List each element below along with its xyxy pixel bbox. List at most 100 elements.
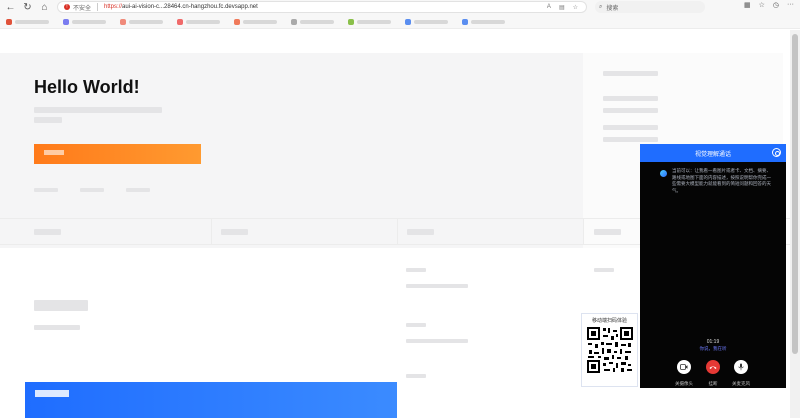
url-host: aui-ai-vision-c... [122,4,165,10]
search-placeholder: 搜索 [606,5,619,12]
bookmark-favicon [234,18,240,25]
page-title: Hello World! [34,77,140,97]
promo-banner[interactable] [25,382,397,418]
hangup-icon [709,366,717,369]
bookmark-favicon [120,18,126,25]
assistant-message: 当前可以：让我看一看图片或者卡、文档、摘要、路线或地图下面的内容描述，按照说明帮… [672,168,771,193]
history-icon[interactable]: ◷ [773,1,779,9]
url-text: https://aui-ai-vision-c...28464.cn-hangz… [104,4,258,10]
bookmark-favicon [291,18,297,25]
camera-toggle-button[interactable] [677,360,691,374]
side-placeholder [603,125,658,130]
url-protocol: https:// [104,4,123,10]
browser-right-tools: ▦ ☆ ◷ ··· [744,1,794,9]
assistant-avatar-icon [660,170,667,177]
mic-icon [738,363,744,371]
bookmark-label-blurred [357,19,391,24]
banner-label-placeholder [35,390,69,397]
bookmark-star-icon[interactable]: ☆ [573,4,578,11]
favorites-icon[interactable]: ☆ [759,1,765,9]
warning-icon: ! [64,4,70,10]
feature-placeholder [34,229,61,235]
bookmark-label-blurred [186,19,220,24]
panel-header: 视觉理解通话 [640,144,786,162]
bookmark-favicon [6,18,12,25]
list-placeholder [406,323,426,327]
settings-icon[interactable] [772,148,781,157]
extensions-icon[interactable]: ▦ [744,1,751,9]
stat-placeholder [34,188,58,192]
page-scrollbar[interactable] [790,30,800,418]
section-title-placeholder [34,300,88,311]
qr-code [586,326,634,374]
mic-toggle-label: 关麦克风 [732,381,750,386]
mic-toggle-button[interactable] [734,360,748,374]
back-icon[interactable]: ← [4,1,17,14]
list-placeholder [406,339,468,343]
reader-icon[interactable]: ▤ [559,4,565,11]
bookmark-label-blurred [300,19,334,24]
bookmark-label-blurred [471,19,505,24]
side-placeholder [603,137,658,142]
bookmark-item[interactable] [177,18,220,25]
section-text-placeholder [34,325,80,330]
bookmark-favicon [63,18,69,25]
bookmark-label-blurred [72,19,106,24]
vision-call-panel: 视觉理解通话 当前可以：让我看一看图片或者卡、文档、摘要、路线或地图下面的内容描… [640,144,786,388]
list-placeholder [406,268,426,272]
feature-placeholder [594,229,621,235]
menu-icon[interactable]: ··· [787,1,794,9]
call-timer: 01:19 [706,339,720,345]
stat-placeholder [80,188,104,192]
bookmark-favicon [348,18,354,25]
bookmarks-bar [0,15,800,29]
bookmark-item[interactable] [462,18,505,25]
url-tools: A ▤ ☆ [547,4,578,11]
qr-title: 移动端扫码体验 [591,318,627,324]
search-input[interactable]: ⌕ 搜索 [595,1,705,13]
home-icon[interactable]: ⌂ [38,1,51,14]
call-status: 你说，我在听 [699,346,727,351]
side-placeholder [603,96,658,101]
side-placeholder [603,108,658,113]
bookmark-favicon [462,18,468,25]
hangup-label: 挂断 [708,381,718,386]
bookmark-favicon [177,18,183,25]
feature-placeholder [221,229,248,235]
subtitle-placeholder [34,117,62,123]
bookmark-label-blurred [129,19,163,24]
divider [397,218,398,244]
camera-toggle-label: 关摄像头 [675,381,693,386]
address-bar[interactable]: ! 不安全 https://aui-ai-vision-c...28464.cn… [57,1,587,13]
feature-placeholder [407,229,434,235]
bookmark-label-blurred [414,19,448,24]
divider [583,218,584,244]
bookmark-label-blurred [15,19,49,24]
insecure-label: 不安全 [73,5,92,12]
stat-placeholder [126,188,150,192]
translate-icon[interactable]: A [547,4,551,11]
cta-button[interactable] [34,144,201,164]
bookmark-item[interactable] [234,18,277,25]
bookmark-label-blurred [243,19,277,24]
bookmark-item[interactable] [291,18,334,25]
subtitle-placeholder [34,107,162,113]
search-icon: ⌕ [599,3,603,10]
camera-icon [680,364,688,370]
qr-code-card: 移动端扫码体验 [581,313,638,387]
bookmark-item[interactable] [405,18,448,25]
bookmark-item[interactable] [348,18,391,25]
list-placeholder [406,284,468,288]
bookmark-item[interactable] [63,18,106,25]
bookmark-item[interactable] [120,18,163,25]
bookmark-favicon [405,18,411,25]
browser-toolbar: ← ↻ ⌂ ! 不安全 https://aui-ai-vision-c...28… [0,0,800,15]
divider [211,218,212,244]
hangup-button[interactable] [706,360,720,374]
refresh-icon[interactable]: ↻ [21,1,34,14]
side-placeholder [603,71,658,76]
bookmark-item[interactable] [6,18,49,25]
cta-label-placeholder [44,150,64,155]
scrollbar-thumb[interactable] [792,34,798,354]
divider [97,3,99,11]
